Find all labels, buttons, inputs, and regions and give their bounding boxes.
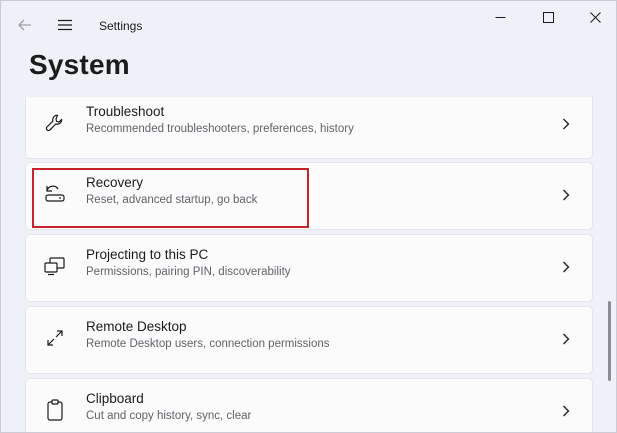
item-subtitle: Remote Desktop users, connection permiss… <box>86 338 330 350</box>
page-title: System <box>29 49 130 80</box>
wrench-icon <box>42 110 68 136</box>
chevron-right-icon <box>558 329 574 349</box>
chevron-right-icon <box>558 185 574 205</box>
back-button[interactable] <box>13 13 37 37</box>
item-subtitle: Cut and copy history, sync, clear <box>86 410 252 422</box>
projecting-icon <box>42 253 68 279</box>
maximize-icon <box>542 11 554 23</box>
clipboard-item[interactable]: Clipboard Cut and copy history, sync, cl… <box>25 378 593 432</box>
chevron-right-icon <box>558 114 574 134</box>
hamburger-icon <box>58 19 72 31</box>
item-title: Clipboard <box>86 391 144 406</box>
recovery-item[interactable]: Recovery Reset, advanced startup, go bac… <box>25 162 593 230</box>
maximize-button[interactable] <box>525 1 571 33</box>
item-title: Troubleshoot <box>86 104 165 119</box>
vertical-scrollbar[interactable] <box>608 301 611 381</box>
close-button[interactable] <box>572 1 616 33</box>
chevron-right-icon <box>558 401 574 421</box>
projecting-item[interactable]: Projecting to this PC Permissions, pairi… <box>25 234 593 302</box>
item-title: Recovery <box>86 175 144 190</box>
settings-window: Settings System Troubleshoot Recommended… <box>0 0 617 433</box>
title-bar: Settings <box>1 1 616 47</box>
item-title: Projecting to this PC <box>86 247 209 262</box>
remote-desktop-icon <box>42 325 68 351</box>
navigation-menu-button[interactable] <box>53 13 77 37</box>
back-arrow-icon <box>18 19 31 31</box>
item-subtitle: Recommended troubleshooters, preferences… <box>86 123 354 135</box>
clipboard-icon <box>42 397 68 423</box>
item-subtitle: Permissions, pairing PIN, discoverabilit… <box>86 266 291 278</box>
settings-list: Troubleshoot Recommended troubleshooters… <box>25 97 593 432</box>
app-title: Settings <box>99 19 143 33</box>
recovery-icon <box>42 181 68 207</box>
minimize-icon <box>495 16 505 18</box>
close-icon <box>589 11 601 23</box>
item-title: Remote Desktop <box>86 319 187 334</box>
remote-desktop-item[interactable]: Remote Desktop Remote Desktop users, con… <box>25 306 593 374</box>
chevron-right-icon <box>558 257 574 277</box>
minimize-button[interactable] <box>477 1 523 33</box>
troubleshoot-item[interactable]: Troubleshoot Recommended troubleshooters… <box>25 97 593 159</box>
item-subtitle: Reset, advanced startup, go back <box>86 194 258 206</box>
